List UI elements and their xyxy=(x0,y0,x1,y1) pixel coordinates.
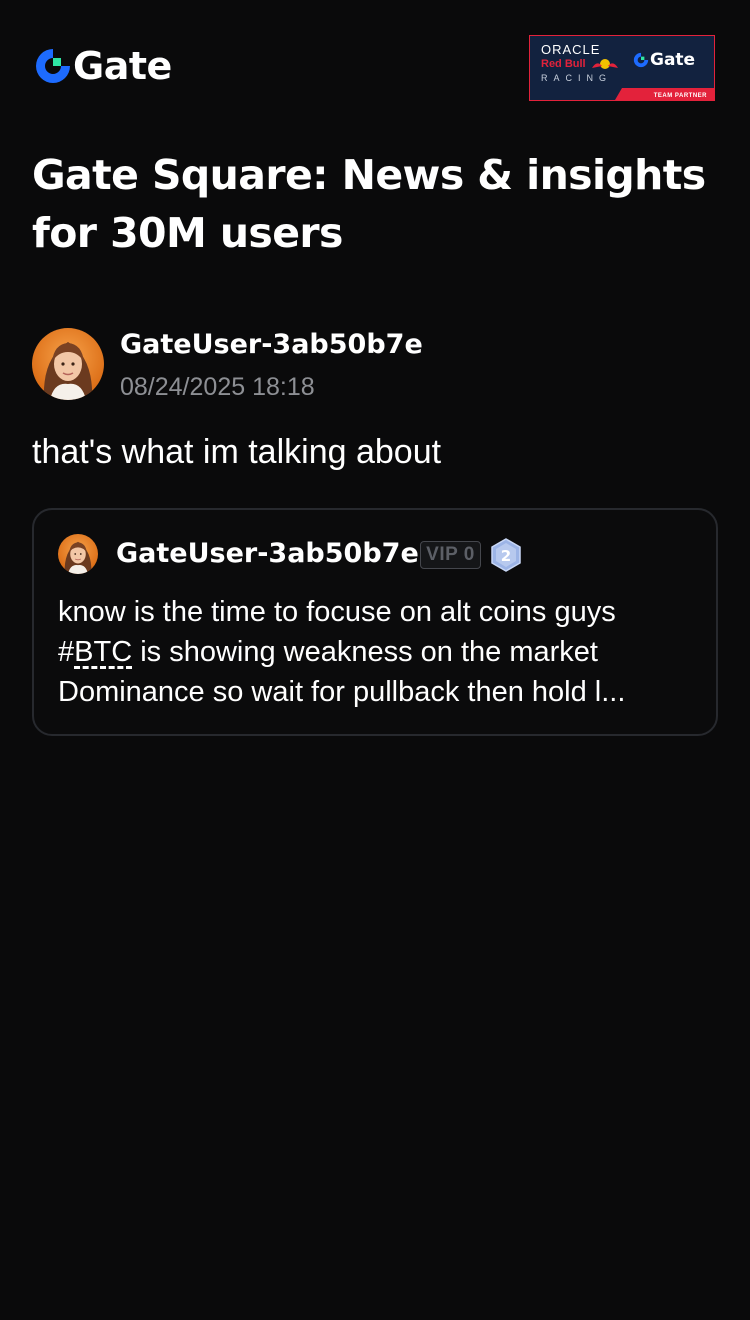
avatar-image xyxy=(32,328,104,400)
hash-symbol: # xyxy=(58,636,75,668)
gate-logo-icon xyxy=(36,49,70,83)
gate-logo[interactable]: Gate xyxy=(34,46,172,86)
redbull-text: Red Bull xyxy=(541,58,586,70)
quoted-post-card[interactable]: GateUser-3ab50b7e VIP 0 2 know is the ti… xyxy=(32,508,718,736)
racing-text: RACING xyxy=(541,73,613,83)
oracle-text: ORACLE xyxy=(541,42,601,57)
quoted-avatar[interactable] xyxy=(58,534,98,574)
partner-gate-text: Gate xyxy=(650,50,696,70)
post-text: that's what im talking about xyxy=(32,433,442,471)
partner-gate-logo: Gate xyxy=(633,50,695,70)
avatar[interactable] xyxy=(32,328,104,400)
quoted-line-1: know is the time to focuse on alt coins … xyxy=(58,596,616,628)
level-badge-icon: 2 xyxy=(491,538,521,572)
page-title: Gate Square: News & insights for 30M use… xyxy=(32,151,706,257)
logo-text: Gate xyxy=(73,44,172,88)
team-partner-strip: TEAM PARTNER xyxy=(615,88,714,100)
oracle-redbull-logo: ORACLE Red Bull RACING xyxy=(539,42,629,88)
quoted-line-2: #BTC is showing weakness on the market xyxy=(58,632,698,672)
vip-badge: VIP 0 xyxy=(420,541,481,569)
hashtag-link[interactable]: #BTC xyxy=(58,636,132,668)
team-partner-text: TEAM PARTNER xyxy=(653,93,707,99)
quoted-avatar-image xyxy=(58,534,98,574)
partner-banner[interactable]: ORACLE Red Bull RACING Gate TEAM PARTNER xyxy=(529,35,715,101)
quoted-line-3: Dominance so wait for pullback then hold… xyxy=(58,676,626,708)
bull-icon xyxy=(592,59,618,69)
author-name[interactable]: GateUser-3ab50b7e xyxy=(120,328,423,362)
gate-small-icon xyxy=(633,52,649,68)
post-timestamp: 08/24/2025 18:18 xyxy=(120,373,315,401)
hashtag-text: BTC xyxy=(74,636,133,668)
header: Gate ORACLE Red Bull RACING Gate TEAM PA… xyxy=(0,0,750,120)
quoted-line-2-rest: is showing weakness on the market xyxy=(132,636,598,668)
quoted-post-text: know is the time to focuse on alt coins … xyxy=(58,592,698,712)
level-number: 2 xyxy=(501,547,511,565)
quoted-author-name[interactable]: GateUser-3ab50b7e xyxy=(116,537,419,571)
page: Gate ORACLE Red Bull RACING Gate TEAM PA… xyxy=(0,0,750,1320)
